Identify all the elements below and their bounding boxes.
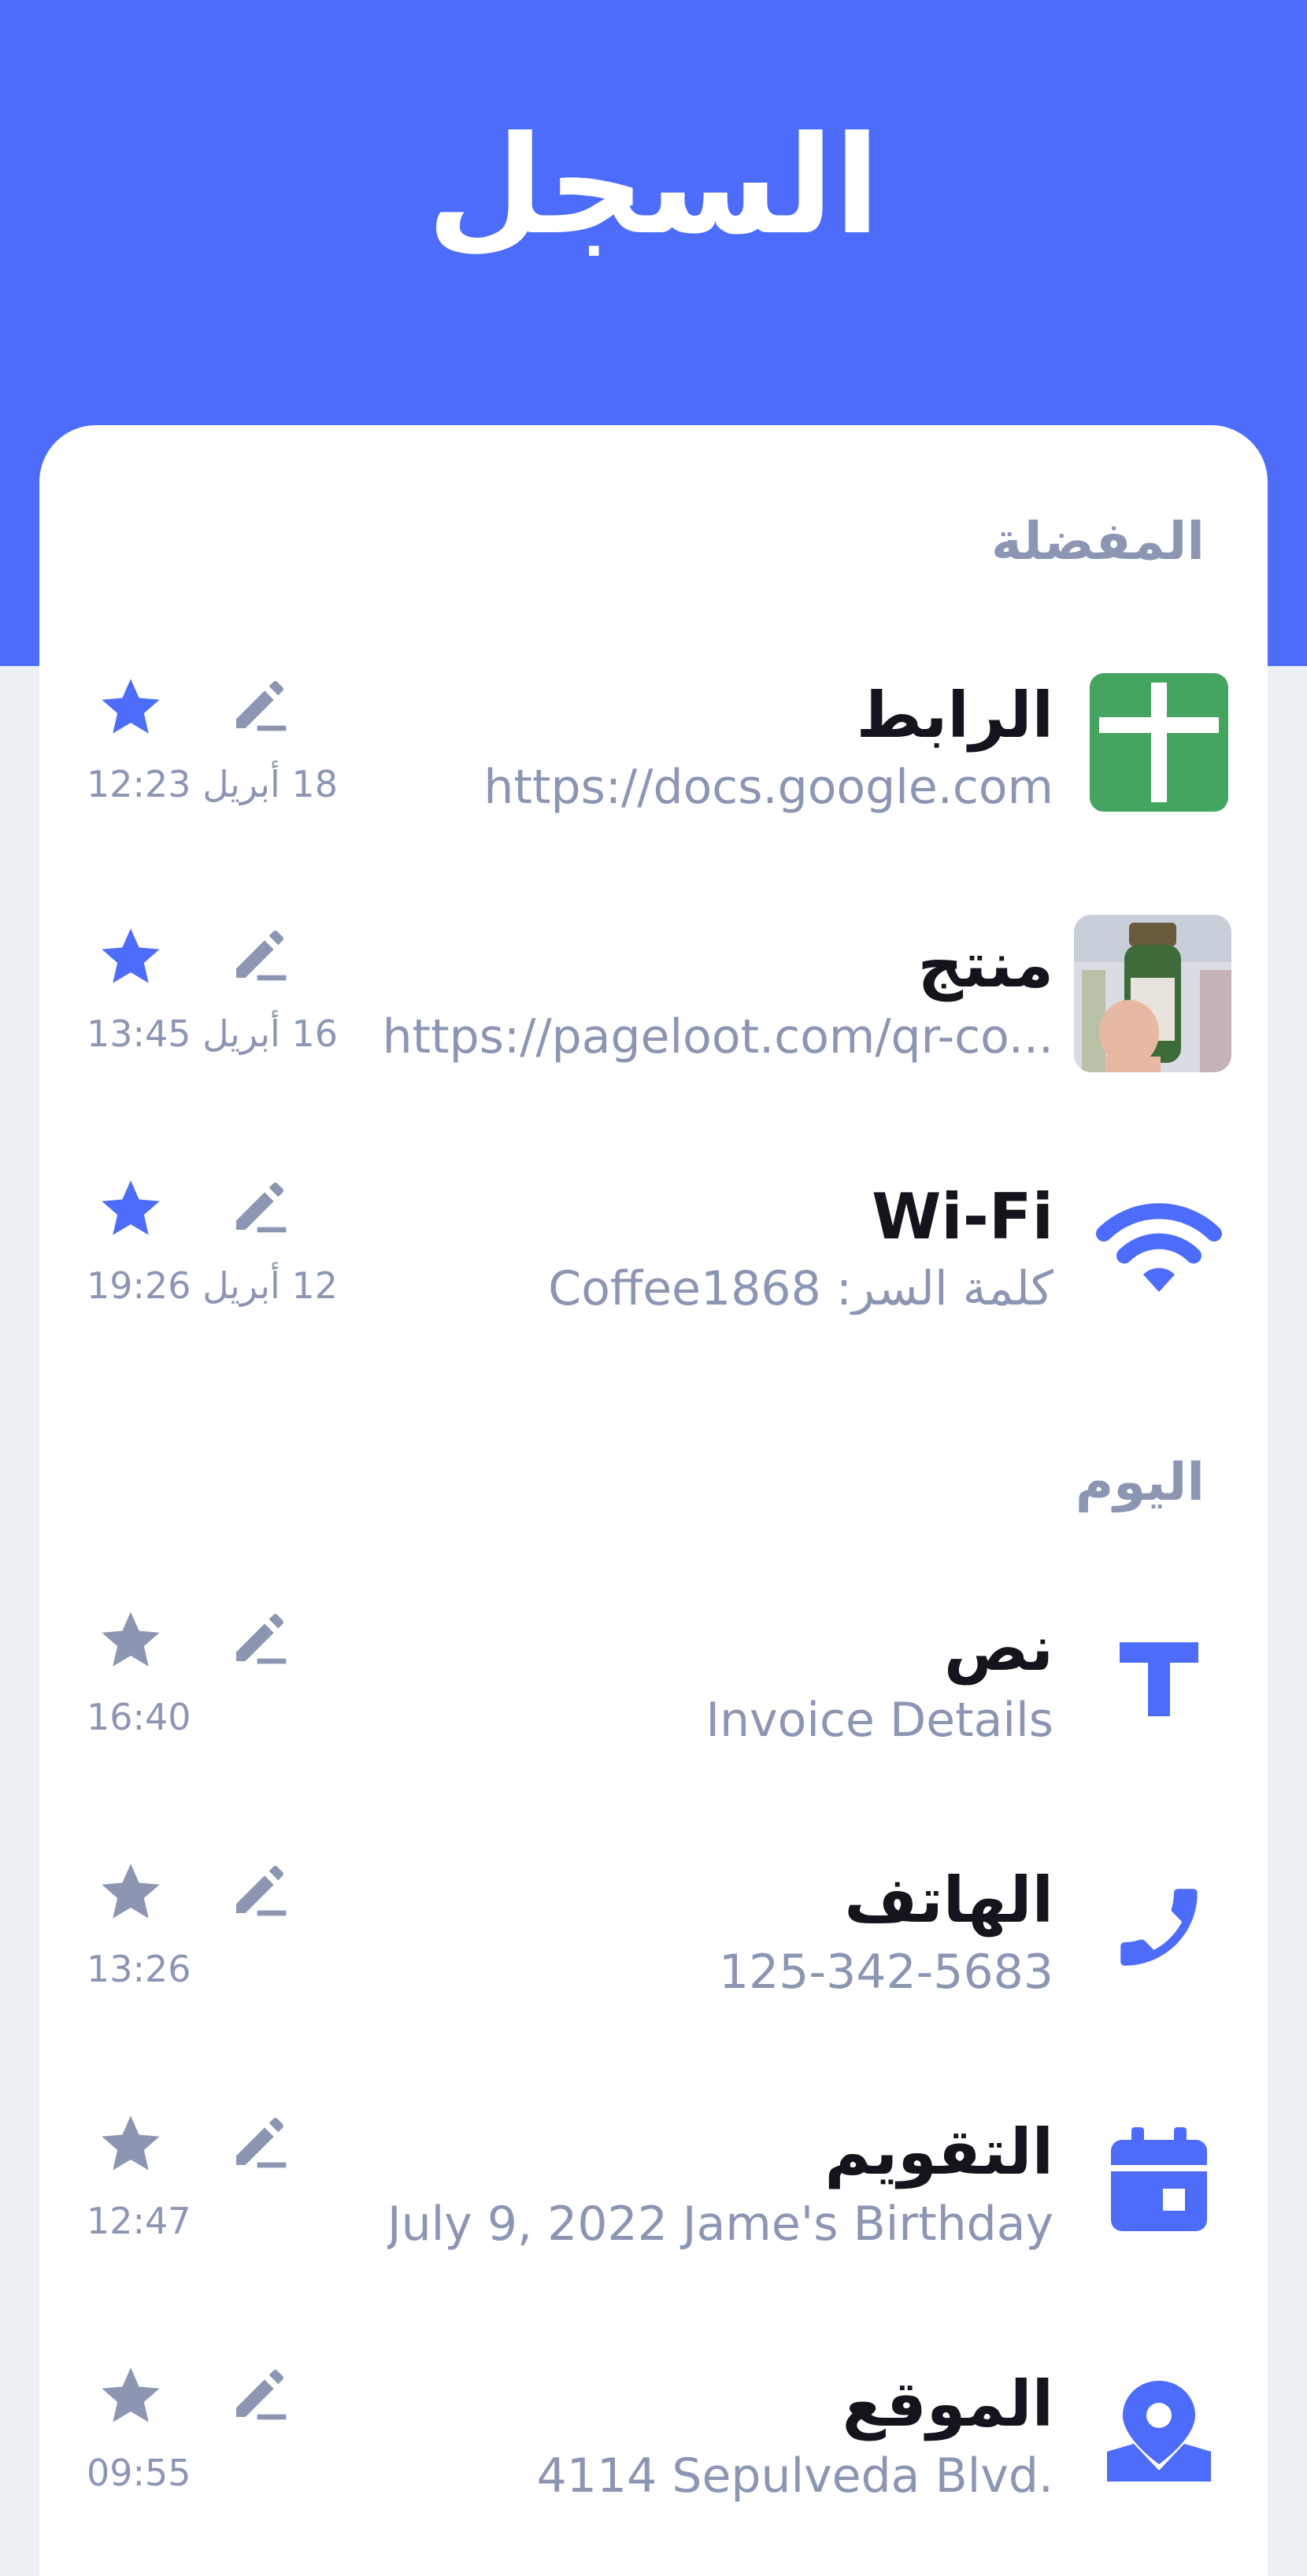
- item-subtitle: 125-342-5683: [718, 1946, 1053, 1998]
- item-subtitle: كلمة السر: Coffee1868: [548, 1263, 1053, 1315]
- item-title: نص: [943, 1612, 1053, 1685]
- item-title: منتج: [917, 928, 1054, 1001]
- history-card: المفضلة الرابط https://docs.google.com 1…: [39, 425, 1268, 2576]
- item-subtitle: July 9, 2022 Jame's Birthday: [387, 2198, 1053, 2250]
- item-time: 13:26: [87, 1948, 191, 1990]
- star-icon[interactable]: [96, 923, 165, 992]
- section-title-favorites: المفضلة: [990, 511, 1205, 572]
- edit-icon[interactable]: [228, 2362, 291, 2425]
- section-title-today: اليوم: [1075, 1452, 1205, 1512]
- location-icon: [1090, 2362, 1228, 2500]
- google-docs-icon: [1090, 673, 1228, 812]
- product-photo: [1074, 915, 1231, 1072]
- star-icon[interactable]: [96, 1175, 165, 1244]
- item-title: التقويم: [824, 2115, 1053, 2189]
- edit-icon[interactable]: [228, 2110, 291, 2173]
- phone-icon: [1090, 1858, 1228, 1997]
- item-subtitle: https://pageloot.com/qr-co...: [382, 1011, 1053, 1063]
- history-item-wifi[interactable]: Wi-Fi كلمة السر: Coffee1868 12 أبريل 19:…: [39, 1175, 1268, 1379]
- item-subtitle: Invoice Details: [705, 1694, 1053, 1746]
- item-subtitle: https://docs.google.com: [483, 761, 1053, 813]
- edit-icon[interactable]: [228, 1175, 291, 1238]
- wifi-icon: [1090, 1175, 1228, 1313]
- item-time: 09:55: [87, 2452, 191, 2494]
- star-icon[interactable]: [96, 673, 165, 742]
- item-time: 12:47: [87, 2200, 191, 2242]
- edit-icon[interactable]: [228, 1606, 291, 1669]
- star-icon[interactable]: [96, 1858, 165, 1927]
- item-title: Wi-Fi: [872, 1180, 1053, 1253]
- item-subtitle: 4114 Sepulveda Blvd.: [536, 2450, 1053, 2502]
- star-icon[interactable]: [96, 2362, 165, 2431]
- history-item-link[interactable]: الرابط https://docs.google.com 18 أبريل …: [39, 673, 1268, 878]
- item-time: 16:40: [87, 1696, 191, 1738]
- calendar-icon: [1090, 2110, 1228, 2248]
- history-item-location[interactable]: الموقع 4114 Sepulveda Blvd. 09:55: [39, 2362, 1268, 2567]
- item-title: الرابط: [856, 679, 1053, 752]
- history-item-product[interactable]: منتج https://pageloot.com/qr-co... 16 أب…: [39, 915, 1268, 1127]
- edit-icon[interactable]: [228, 1858, 291, 1921]
- item-time: 18 أبريل 12:23: [87, 763, 338, 805]
- history-item-calendar[interactable]: التقويم July 9, 2022 Jame's Birthday 12:…: [39, 2110, 1268, 2315]
- text-icon: [1090, 1606, 1228, 1745]
- star-icon[interactable]: [96, 1606, 165, 1675]
- page-title: السجل: [426, 106, 881, 265]
- edit-icon[interactable]: [228, 673, 291, 736]
- star-icon[interactable]: [96, 2110, 165, 2179]
- item-title: الهاتف: [844, 1864, 1053, 1937]
- history-item-text[interactable]: نص Invoice Details 16:40: [39, 1606, 1268, 1811]
- item-time: 16 أبريل 13:45: [87, 1012, 338, 1055]
- edit-icon[interactable]: [228, 923, 291, 986]
- history-item-phone[interactable]: الهاتف 125-342-5683 13:26: [39, 1858, 1268, 2063]
- item-time: 12 أبريل 19:26: [87, 1264, 338, 1307]
- item-title: الموقع: [842, 2367, 1053, 2441]
